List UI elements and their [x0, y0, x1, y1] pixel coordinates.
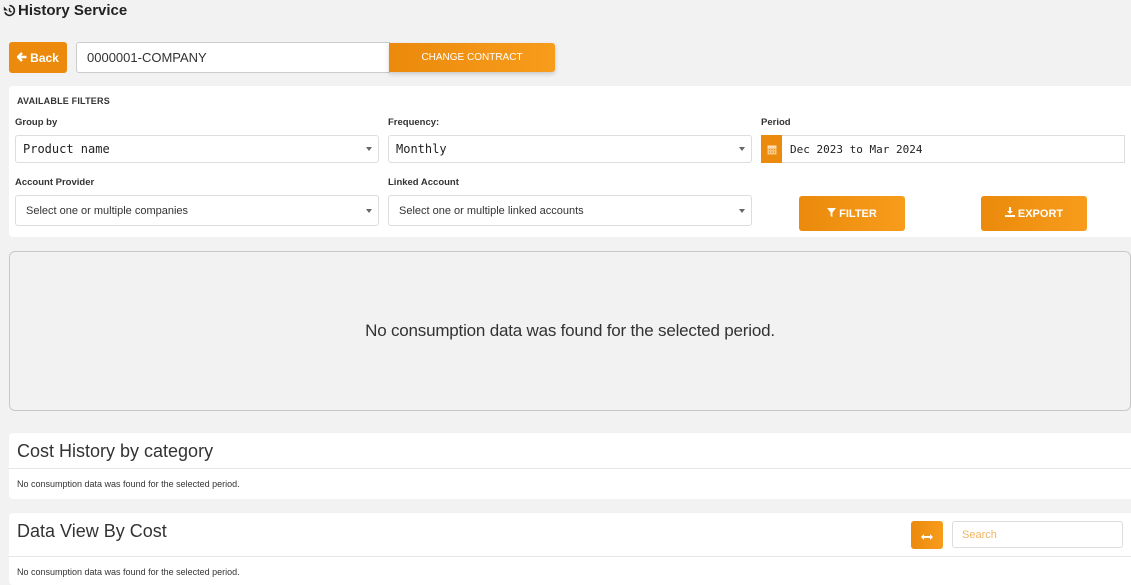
group-by-value: Product name — [23, 142, 110, 156]
page-title: History Service — [3, 2, 127, 19]
calendar-icon[interactable] — [761, 135, 782, 163]
cost-history-header: Cost History by category — [9, 433, 1131, 469]
chart-area: No consumption data was found for the se… — [9, 251, 1131, 411]
export-label: EXPORT — [1017, 207, 1064, 220]
filters-heading: AVAILABLE FILTERS — [17, 96, 110, 106]
account-provider-placeholder: Select one or multiple companies — [26, 204, 189, 217]
back-button[interactable]: Back — [9, 42, 67, 73]
linked-account-label: Linked Account — [388, 177, 459, 188]
filter-button[interactable]: FILTER — [799, 196, 905, 231]
chevron-down-icon — [366, 208, 372, 213]
filters-panel: AVAILABLE FILTERS Group by Product name … — [9, 86, 1131, 237]
swap-columns-button[interactable] — [911, 521, 943, 549]
cost-history-card: Cost History by category No consumption … — [9, 433, 1131, 499]
search-input[interactable] — [952, 521, 1123, 548]
data-view-header: Data View By Cost — [9, 513, 1131, 557]
page-title-text: History Service — [18, 2, 128, 19]
contract-input[interactable] — [76, 42, 390, 73]
account-provider-label: Account Provider — [15, 177, 95, 188]
filter-label: FILTER — [839, 207, 877, 220]
chevron-down-icon — [366, 147, 372, 151]
account-provider-select[interactable]: Select one or multiple companies — [15, 195, 379, 226]
cost-history-title: Cost History by category — [17, 441, 214, 461]
download-icon — [1004, 207, 1015, 220]
linked-account-select[interactable]: Select one or multiple linked accounts — [388, 195, 752, 226]
period-picker[interactable] — [761, 135, 1125, 163]
export-button[interactable]: EXPORT — [981, 196, 1087, 231]
period-input[interactable] — [782, 135, 1125, 163]
data-view-title: Data View By Cost — [17, 521, 167, 541]
data-view-message: No consumption data was found for the se… — [17, 567, 240, 577]
no-data-message: No consumption data was found for the se… — [365, 321, 775, 340]
frequency-select[interactable]: Monthly — [388, 135, 752, 163]
change-contract-button[interactable]: CHANGE CONTRACT — [389, 43, 555, 72]
filter-icon — [827, 207, 837, 220]
period-label: Period — [761, 117, 791, 128]
swap-horizontal-icon — [921, 528, 933, 543]
linked-account-placeholder: Select one or multiple linked accounts — [399, 204, 584, 217]
frequency-value: Monthly — [396, 142, 447, 156]
chevron-down-icon — [739, 147, 745, 151]
frequency-label: Frequency: — [388, 117, 440, 128]
data-view-card: Data View By Cost No consumption data wa… — [9, 513, 1131, 585]
back-label: Back — [30, 50, 59, 65]
cost-history-message: No consumption data was found for the se… — [17, 479, 240, 489]
arrow-left-icon — [16, 51, 27, 65]
chevron-down-icon — [739, 208, 745, 213]
group-by-select[interactable]: Product name — [15, 135, 379, 163]
group-by-label: Group by — [15, 117, 58, 128]
history-icon — [3, 4, 16, 17]
